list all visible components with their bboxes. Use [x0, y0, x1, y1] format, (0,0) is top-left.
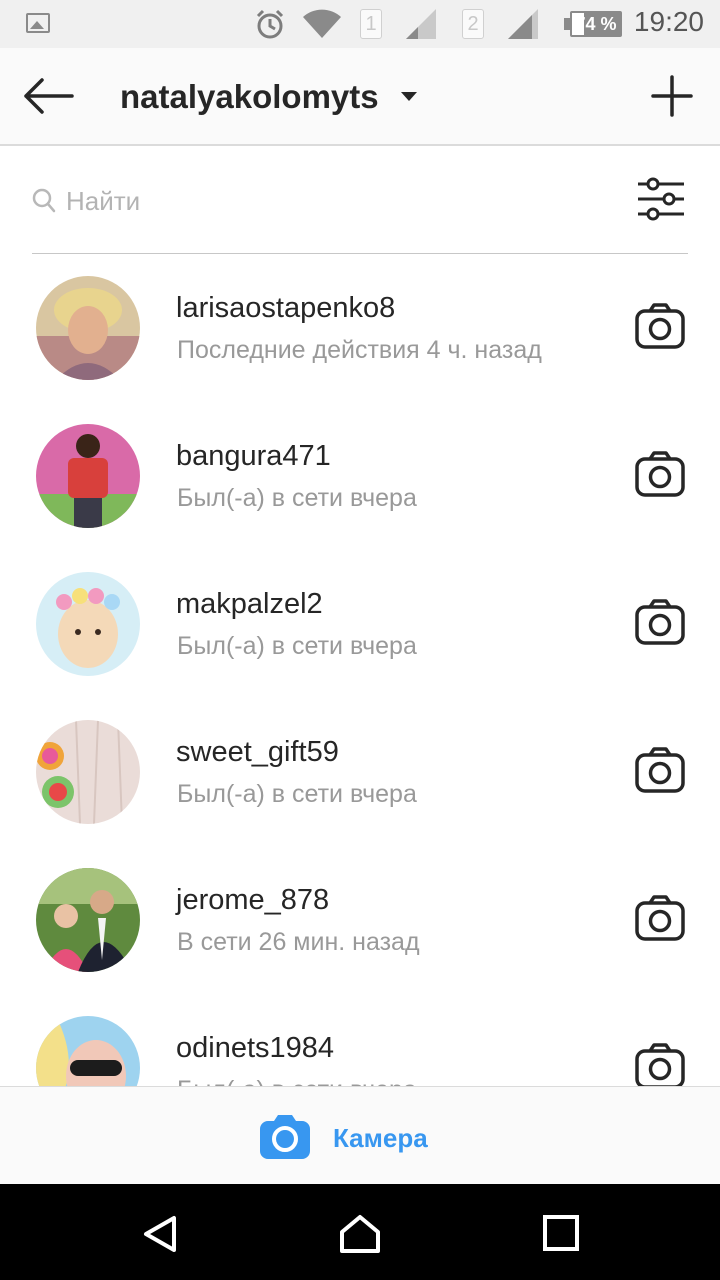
camera-icon: [635, 747, 685, 793]
conversation-username: sweet_gift59: [176, 736, 339, 768]
conversation-row[interactable]: jerome_878 В сети 26 мин. назад: [0, 846, 720, 994]
conversation-status: Был(-а) в сети вчера: [177, 484, 417, 512]
camera-label[interactable]: Камера: [333, 1123, 428, 1154]
sim-1-indicator: 1: [360, 9, 382, 39]
avatar[interactable]: [36, 276, 140, 380]
avatar[interactable]: [36, 572, 140, 676]
camera-button[interactable]: [634, 598, 686, 646]
plus-icon: [651, 75, 693, 117]
wifi-icon: [303, 9, 341, 38]
conversation-username: odinets1984: [176, 1032, 335, 1064]
clock: 19:20: [633, 6, 704, 37]
recents-square-icon[interactable]: [542, 1214, 580, 1252]
conversation-row[interactable]: makpalzel2 Был(-а) в сети вчера: [0, 550, 720, 698]
camera-button[interactable]: [634, 302, 686, 350]
conversation-row[interactable]: sweet_gift59 Был(-а) в сети вчера: [0, 698, 720, 846]
camera-icon: [635, 303, 685, 349]
system-navigation-bar: [0, 1184, 720, 1280]
conversation-status: Был(-а) в сети вчера: [177, 780, 417, 808]
conversation-username: bangura471: [176, 440, 331, 472]
home-icon[interactable]: [338, 1214, 382, 1254]
camera-button[interactable]: [634, 450, 686, 498]
avatar[interactable]: [36, 424, 140, 528]
conversation-username: makpalzel2: [176, 588, 323, 620]
new-message-button[interactable]: [648, 74, 696, 118]
camera-icon: [635, 1043, 685, 1086]
conversation-row[interactable]: larisaostapenko8 Последние действия 4 ч.…: [0, 254, 720, 402]
conversation-status: Был(-а) в сети вчера: [177, 632, 417, 660]
back-triangle-icon[interactable]: [140, 1214, 180, 1254]
conversation-list: larisaostapenko8 Последние действия 4 ч.…: [0, 254, 720, 1086]
image-notification-icon: [26, 13, 50, 33]
alarm-icon: [256, 9, 284, 39]
battery-percent: 74 %: [575, 14, 617, 34]
sim-2-indicator: 2: [462, 9, 484, 39]
camera-button[interactable]: [634, 1042, 686, 1086]
conversation-row[interactable]: odinets1984 Был(-а) в сети вчера: [0, 994, 720, 1086]
status-bar: 1 2 74 % 19:20: [0, 0, 720, 48]
signal-1-icon: [406, 9, 436, 39]
search-input[interactable]: [66, 180, 606, 222]
camera-button[interactable]: [634, 746, 686, 794]
signal-2-icon: [508, 9, 538, 39]
search-bar: [32, 162, 688, 254]
camera-icon: [635, 895, 685, 941]
caret-down-icon[interactable]: [401, 92, 417, 101]
camera-bar: Камера: [0, 1086, 720, 1184]
camera-icon: [635, 599, 685, 645]
battery-icon: 74 %: [564, 11, 622, 37]
avatar[interactable]: [36, 1016, 140, 1086]
camera-button[interactable]: [634, 894, 686, 942]
account-username[interactable]: natalyakolomyts: [120, 78, 379, 116]
conversation-status: Последние действия 4 ч. назад: [177, 336, 542, 364]
conversation-username: larisaostapenko8: [176, 292, 396, 324]
avatar[interactable]: [36, 868, 140, 972]
conversation-status: В сети 26 мин. назад: [177, 928, 420, 956]
camera-icon: [635, 451, 685, 497]
header: natalyakolomyts: [0, 48, 720, 146]
filter-button[interactable]: [636, 174, 686, 224]
camera-filled-icon[interactable]: [260, 1113, 310, 1159]
conversation-username: jerome_878: [176, 884, 330, 916]
avatar[interactable]: [36, 720, 140, 824]
search-icon: [32, 188, 56, 213]
conversation-row[interactable]: bangura471 Был(-а) в сети вчера: [0, 402, 720, 550]
back-arrow-icon: [24, 78, 74, 114]
back-button[interactable]: [22, 74, 74, 118]
conversation-status: Был(-а) в сети вчера: [177, 1076, 562, 1086]
filter-sliders-icon: [638, 177, 684, 221]
